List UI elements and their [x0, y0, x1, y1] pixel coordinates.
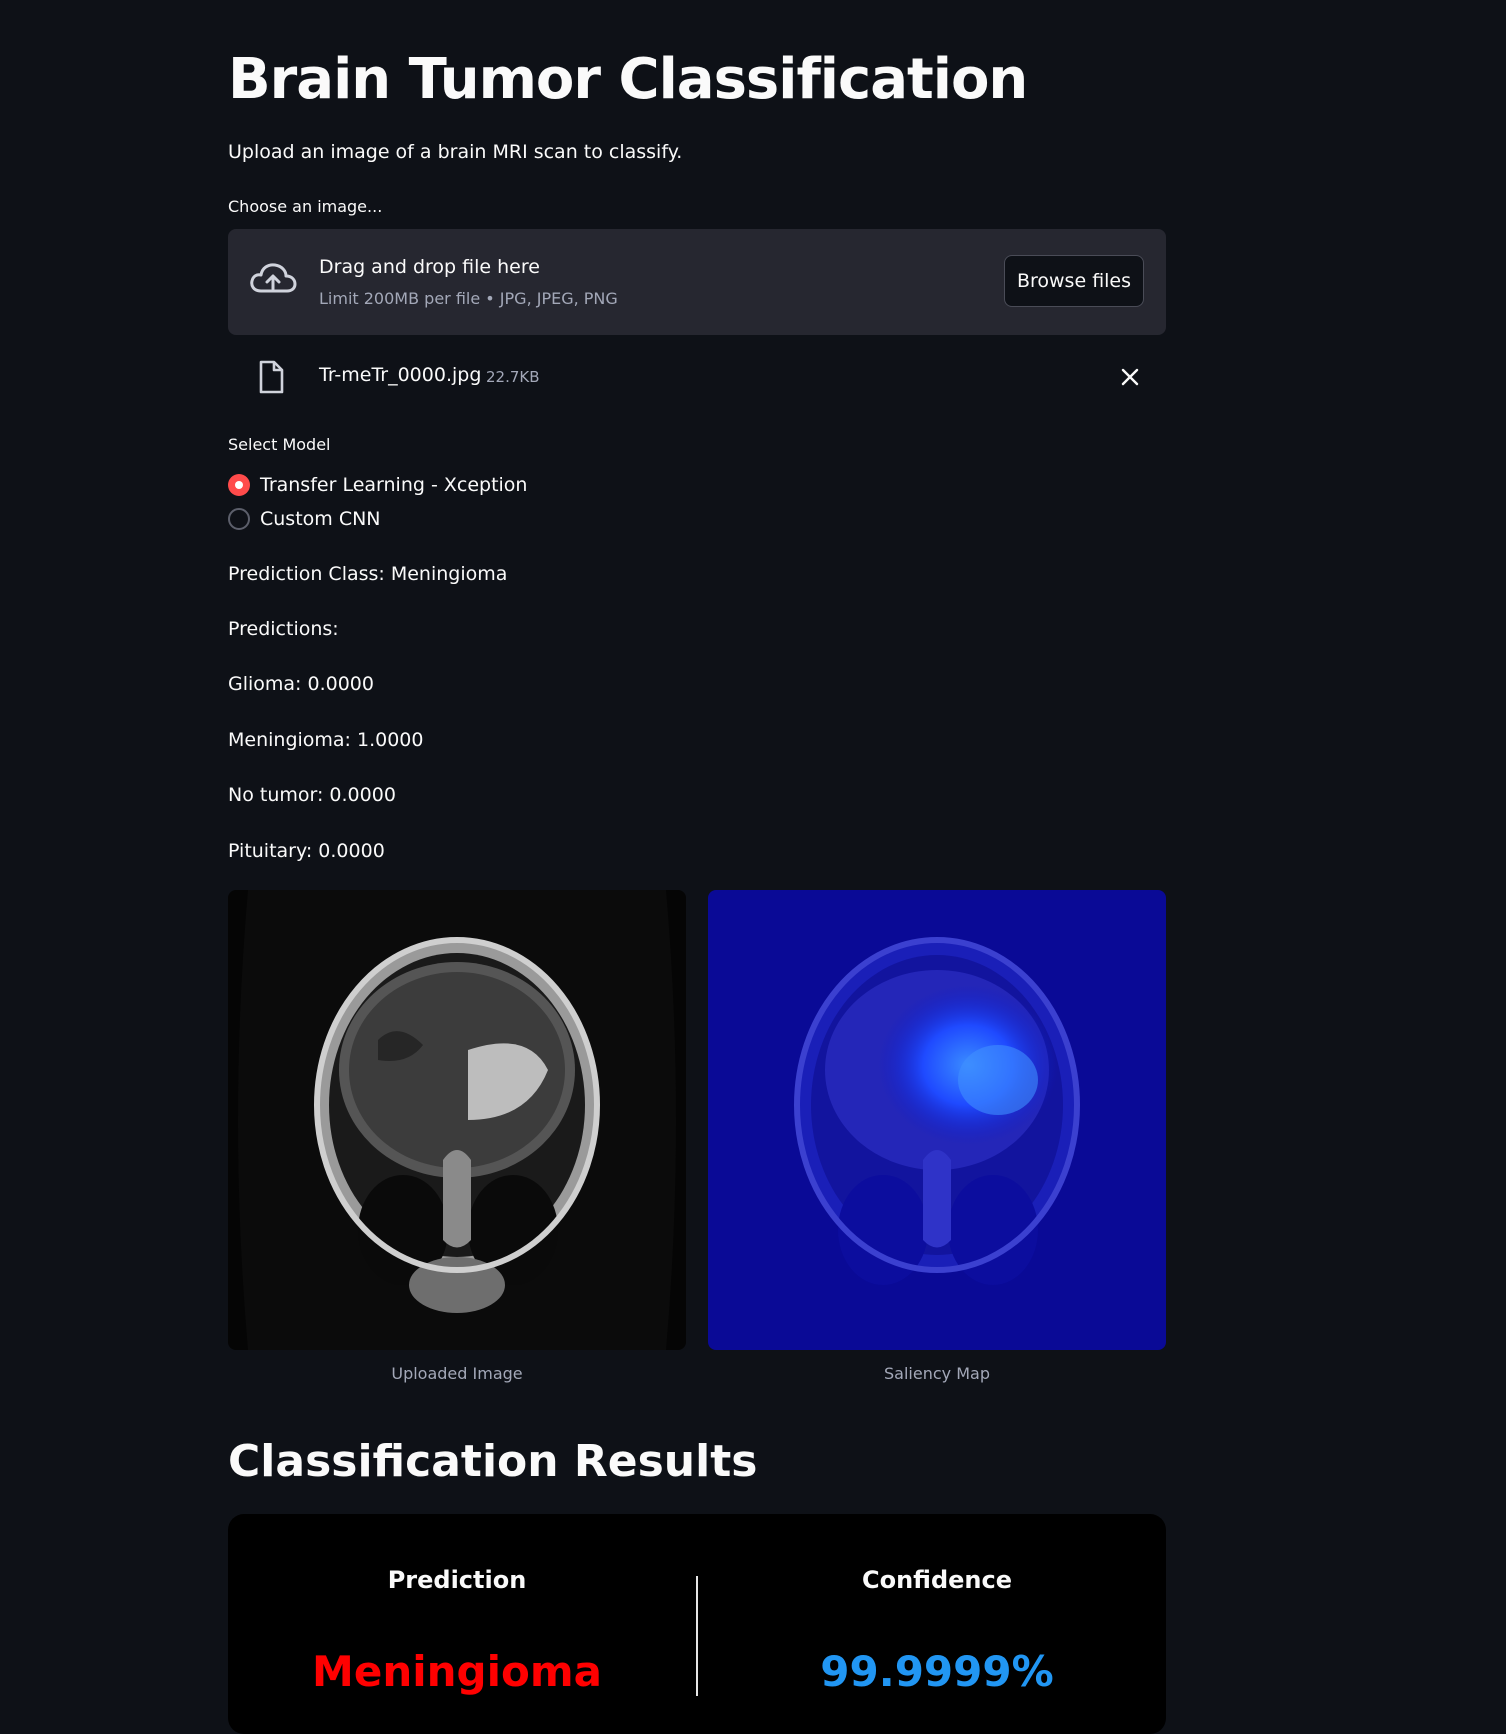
prediction-heading: Prediction	[387, 1566, 527, 1594]
results-divider	[696, 1576, 698, 1696]
radio-option-xception[interactable]: Transfer Learning - Xception	[228, 470, 628, 500]
results-title: Classification Results	[228, 1436, 758, 1487]
radio-option-custom-cnn[interactable]: Custom CNN	[228, 504, 628, 534]
prediction-class-text: Prediction Class: Meningioma	[228, 563, 508, 585]
confidence-value: 99.9999%	[820, 1647, 1054, 1696]
confidence-column: Confidence 99.9999%	[708, 1514, 1166, 1734]
uploaded-image-caption: Uploaded Image	[391, 1364, 523, 1383]
cloud-upload-icon	[250, 263, 297, 293]
score-pituitary: Pituitary: 0.0000	[228, 840, 385, 862]
radio-button-selected[interactable]	[228, 474, 250, 496]
dropzone-hint: Limit 200MB per file • JPG, JPEG, PNG	[319, 289, 618, 308]
radio-option-label: Custom CNN	[260, 508, 381, 530]
radio-button[interactable]	[228, 508, 250, 530]
confidence-heading: Confidence	[861, 1566, 1013, 1594]
page-subtitle: Upload an image of a brain MRI scan to c…	[228, 141, 683, 163]
page-title: Brain Tumor Classification	[228, 47, 1028, 112]
file-name: Tr-meTr_0000.jpg	[319, 364, 482, 386]
uploaded-file-row: Tr-meTr_0000.jpg 22.7KB	[228, 352, 1166, 402]
prediction-column: Prediction Meningioma	[228, 1514, 686, 1734]
saliency-map-caption: Saliency Map	[884, 1364, 990, 1383]
select-model-label: Select Model	[228, 435, 331, 454]
close-icon[interactable]	[1118, 365, 1142, 389]
dropzone-title: Drag and drop file here	[319, 256, 540, 278]
prediction-value: Meningioma	[312, 1647, 602, 1696]
file-size: 22.7KB	[486, 368, 540, 386]
predictions-heading: Predictions:	[228, 618, 339, 640]
file-icon	[259, 360, 284, 394]
score-no-tumor: No tumor: 0.0000	[228, 784, 396, 806]
file-dropzone[interactable]: Drag and drop file here Limit 200MB per …	[228, 229, 1166, 335]
score-meningioma: Meningioma: 1.0000	[228, 729, 424, 751]
results-card: Prediction Meningioma Confidence 99.9999…	[228, 1514, 1166, 1734]
radio-option-label: Transfer Learning - Xception	[260, 474, 528, 496]
uploaded-mri-image	[228, 890, 686, 1350]
saliency-map-image	[708, 890, 1166, 1350]
uploader-label: Choose an image...	[228, 197, 383, 216]
browse-files-button[interactable]: Browse files	[1004, 255, 1144, 307]
score-glioma: Glioma: 0.0000	[228, 673, 374, 695]
